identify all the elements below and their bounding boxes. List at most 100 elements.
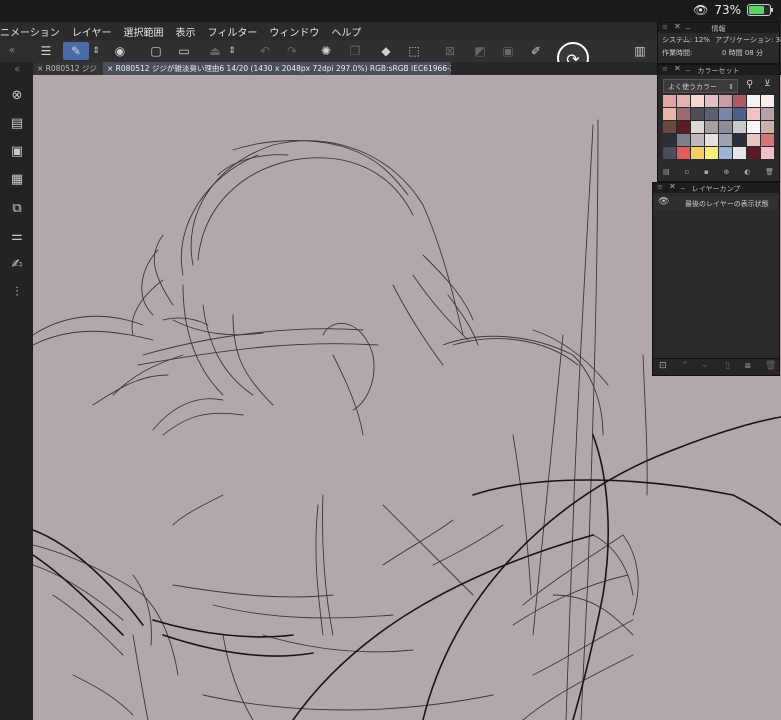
sliders-icon[interactable]: ⚌: [7, 227, 27, 247]
color-swatch[interactable]: [733, 121, 746, 133]
menu-window[interactable]: ウィンドウ: [269, 24, 319, 39]
color-swatch[interactable]: [719, 108, 732, 120]
color-swatch[interactable]: [663, 147, 676, 159]
small-view-icon[interactable]: ▫: [684, 168, 689, 178]
chevron-updown-icon-2[interactable]: ⇕: [226, 42, 238, 60]
color-swatch[interactable]: [747, 121, 760, 133]
export-icon[interactable]: ⏏: [205, 42, 225, 60]
eye-icon[interactable]: ◉: [110, 42, 130, 60]
color-swatch[interactable]: [719, 147, 732, 159]
color-swatch[interactable]: [761, 134, 774, 146]
selection-icon[interactable]: ▣: [498, 42, 518, 60]
hamburger-icon[interactable]: ☰: [36, 42, 56, 60]
tab-document-1[interactable]: × R080512 ジジ: [33, 62, 109, 75]
delete-color-icon[interactable]: 🗑: [765, 168, 774, 178]
undo-icon[interactable]: ↶: [255, 42, 275, 60]
color-swatch[interactable]: [747, 147, 760, 159]
color-swatch[interactable]: [691, 121, 704, 133]
color-set-dropdown[interactable]: よく使うカラー ⇕: [663, 79, 738, 93]
color-swatch[interactable]: [691, 134, 704, 146]
swatch-grid: [663, 95, 774, 159]
menu-help[interactable]: ヘルプ: [331, 24, 361, 39]
color-swatch[interactable]: [691, 108, 704, 120]
chevron-down-icon[interactable]: ⌄: [701, 360, 709, 370]
color-swatch[interactable]: [733, 134, 746, 146]
color-swatch[interactable]: [677, 134, 690, 146]
color-swatch[interactable]: [733, 147, 746, 159]
color-swatch[interactable]: [761, 95, 774, 107]
menu-layer[interactable]: レイヤー: [72, 24, 112, 39]
redo-icon[interactable]: ↷: [282, 42, 302, 60]
magnifier-icon[interactable]: ⊗: [7, 86, 27, 106]
chevron-up-icon[interactable]: ⌃: [681, 361, 689, 371]
panel-icon[interactable]: ▥: [630, 42, 650, 60]
clapper-icon[interactable]: ▤: [7, 114, 27, 134]
app-usage: アプリケーション: 30%: [715, 36, 781, 44]
pen-icon[interactable]: ✎: [63, 42, 89, 60]
open-folder-icon[interactable]: ▭: [174, 42, 194, 60]
adjust-icon[interactable]: ⫶: [7, 283, 27, 303]
layer-copy-icon[interactable]: ❐: [345, 42, 365, 60]
color-swatch[interactable]: [705, 134, 718, 146]
invert-icon[interactable]: ◩: [470, 42, 490, 60]
color-swatch[interactable]: [719, 134, 732, 146]
loading-icon[interactable]: ✺: [316, 42, 336, 60]
color-swatch[interactable]: [733, 108, 746, 120]
layers-icon[interactable]: ⧉: [7, 199, 27, 219]
color-swatch[interactable]: [705, 108, 718, 120]
color-swatch[interactable]: [719, 95, 732, 107]
fill-icon[interactable]: ◆: [376, 42, 396, 60]
settings-icon[interactable]: ⚲: [746, 79, 753, 90]
menu-view[interactable]: 表示: [176, 24, 196, 39]
eye-icon[interactable]: 👁: [658, 197, 669, 207]
stylus-icon[interactable]: ✐: [526, 42, 546, 60]
add-color-icon[interactable]: ⊕: [724, 168, 730, 178]
list-view-icon[interactable]: ▤: [663, 168, 670, 178]
color-swatch[interactable]: [705, 147, 718, 159]
new-file-icon[interactable]: ▢: [146, 42, 166, 60]
color-swatch[interactable]: [719, 121, 732, 133]
chevron-updown-icon[interactable]: ⇕: [90, 42, 102, 60]
medium-view-icon[interactable]: ▪: [704, 168, 709, 178]
close-icon[interactable]: ×: [37, 64, 46, 73]
new-comp-icon[interactable]: ⊡: [659, 361, 667, 371]
tool-palette: « ⊗ ▤ ▣ ▦ ⧉ ⚌ ✍ ⫶: [0, 62, 33, 720]
deselect-icon[interactable]: ⊠: [440, 42, 460, 60]
import-icon[interactable]: ⊻: [764, 79, 771, 89]
color-swatch[interactable]: [747, 95, 760, 107]
film-icon[interactable]: ▦: [7, 170, 27, 190]
menu-filter[interactable]: フィルター: [208, 24, 258, 39]
duplicate-icon[interactable]: ▯: [725, 361, 730, 371]
color-swatch[interactable]: [677, 95, 690, 107]
menu-selection[interactable]: 選択範囲: [124, 24, 164, 39]
color-swatch[interactable]: [691, 95, 704, 107]
replace-color-icon[interactable]: ◐: [744, 168, 750, 178]
document-icon[interactable]: ▣: [7, 142, 27, 162]
color-swatch[interactable]: [677, 147, 690, 159]
color-swatch[interactable]: [663, 95, 676, 107]
color-swatch[interactable]: [677, 121, 690, 133]
close-icon[interactable]: ×: [107, 64, 116, 73]
info-panel: ≡ ✕ _ 情報 システム: 12% アプリケーション: 30% 作業時間: 0…: [657, 20, 781, 64]
color-swatch[interactable]: [761, 108, 774, 120]
color-swatch[interactable]: [747, 134, 760, 146]
color-swatch[interactable]: [747, 108, 760, 120]
color-swatch[interactable]: [663, 108, 676, 120]
delete-icon[interactable]: 🗑: [765, 361, 776, 371]
crop-icon[interactable]: ⬚: [404, 42, 424, 60]
color-swatch[interactable]: [691, 147, 704, 159]
color-swatch[interactable]: [761, 147, 774, 159]
color-swatch[interactable]: [677, 108, 690, 120]
dropdown-label: よく使うカラー: [668, 83, 717, 91]
apply-icon[interactable]: ⧈: [745, 361, 751, 371]
brush-icon[interactable]: ✍: [7, 255, 27, 275]
color-swatch[interactable]: [761, 121, 774, 133]
color-swatch[interactable]: [663, 134, 676, 146]
menu-animation[interactable]: ニメーション: [0, 24, 60, 39]
color-swatch[interactable]: [705, 95, 718, 107]
color-swatch[interactable]: [705, 121, 718, 133]
layer-comp-row[interactable]: 👁 最後のレイヤーの表示状態: [653, 196, 779, 210]
color-swatch[interactable]: [733, 95, 746, 107]
color-swatch[interactable]: [663, 121, 676, 133]
tab-document-2[interactable]: × R080512 ジジが雑淡臭い理由6 14/20 (1430 x 2048p…: [103, 62, 451, 75]
